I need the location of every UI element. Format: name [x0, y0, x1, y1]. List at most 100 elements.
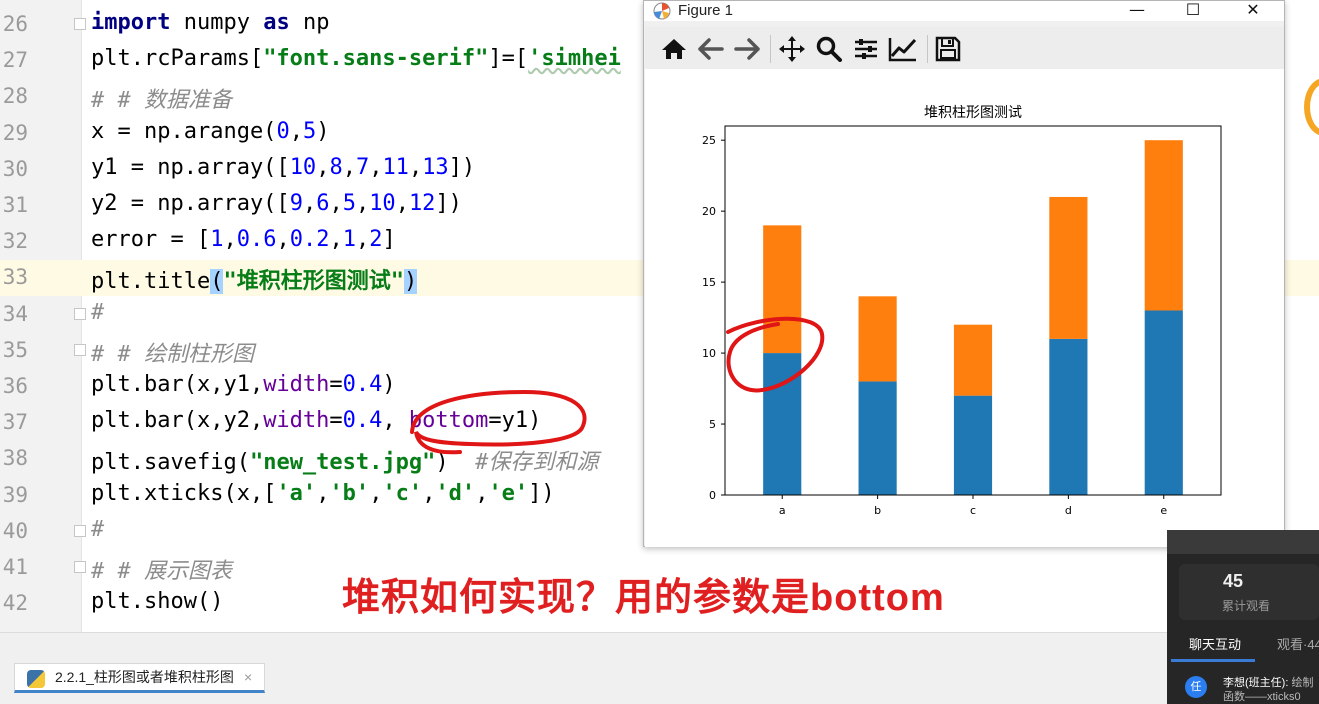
figure-title: Figure 1	[678, 2, 734, 19]
line-number: 30	[2, 156, 28, 181]
code-token: plt.bar(x,y2,	[91, 408, 264, 434]
code-token: 0.2	[289, 227, 330, 253]
edit-axis-icon[interactable]	[887, 33, 919, 65]
code-token: ,	[408, 154, 423, 180]
y-tick-label: 25	[702, 134, 716, 147]
chart-title: 堆积柱形图测试	[924, 105, 1022, 121]
matplotlib-app-icon	[653, 2, 671, 20]
bar-series2-e	[1144, 140, 1183, 311]
subplots-icon[interactable]	[850, 33, 882, 65]
code-token: ,	[223, 227, 237, 253]
forward-arrow-icon[interactable]	[731, 33, 763, 65]
home-icon[interactable]	[658, 33, 690, 65]
code-token: ,	[329, 191, 343, 216]
code-token: 0.6	[236, 227, 277, 253]
code-token: 1	[210, 227, 224, 253]
code-token: 'a'	[276, 480, 317, 506]
chat-message: 李想(班主任): 绘制 函数——xticks0	[1223, 676, 1313, 704]
code-text: x = np.arange(0,5)	[91, 119, 329, 144]
code-token: plt.show()	[91, 589, 224, 615]
y-tick-label: 5	[709, 418, 716, 431]
minimize-button[interactable]: —	[1114, 1, 1160, 21]
line-number: 27	[2, 48, 28, 73]
fold-marker-icon[interactable]	[74, 524, 86, 537]
code-token: 5	[302, 118, 317, 144]
code-token: bottom	[408, 408, 489, 434]
code-token: 'e'	[488, 480, 529, 506]
close-window-button[interactable]: ✕	[1230, 1, 1276, 21]
back-arrow-icon[interactable]	[695, 33, 727, 65]
view-count-label: 累计观看	[1222, 599, 1271, 613]
line-number: 32	[2, 229, 28, 254]
code-token: #	[91, 299, 105, 325]
stacked-bar-chart: 堆积柱形图测试 0 5 10 15 20 25 a b c d e	[702, 105, 1222, 517]
tab-chat[interactable]: 聊天互动	[1189, 634, 1241, 653]
bar-series1-a	[763, 353, 802, 495]
code-token: )	[403, 269, 418, 295]
code-token: )	[435, 450, 476, 476]
code-text: error = [1,0.6,0.2,1,2]	[91, 227, 396, 252]
code-token: ]=[	[488, 46, 529, 72]
line-number: 34	[2, 301, 28, 326]
code-token: =	[329, 372, 343, 397]
code-text: plt.bar(x,y1,width=0.4)	[91, 372, 396, 397]
avatar: 任	[1185, 676, 1207, 698]
chat-message-line2: 函数——xticks0	[1223, 691, 1301, 703]
fold-marker-icon[interactable]	[74, 307, 86, 320]
save-icon[interactable]	[932, 33, 964, 65]
code-text: plt.bar(x,y2,width=0.4, bottom=y1)	[91, 408, 541, 433]
line-number: 35	[2, 337, 28, 362]
code-token: x = np.arange(	[91, 118, 277, 144]
code-token: "堆积柱形图测试"	[223, 269, 404, 295]
code-token: 8	[329, 154, 343, 180]
code-token: )	[316, 118, 330, 144]
code-text: # # 绘制柱形图	[91, 336, 254, 368]
code-token: "font.sans-serif"	[263, 46, 489, 72]
tab-viewers[interactable]: 观看·44	[1277, 634, 1319, 653]
code-text: plt.savefig("new_test.jpg") #保存到和源	[91, 444, 598, 476]
line-number: 40	[2, 518, 28, 543]
file-tab-label: 2.2.1_柱形图或者堆积柱形图	[55, 669, 234, 685]
code-token: )	[382, 372, 396, 397]
code-token: ,	[355, 227, 370, 253]
x-tick-label: c	[970, 504, 976, 517]
code-token: plt.rcParams[	[91, 46, 264, 72]
line-number: 37	[2, 410, 28, 435]
chat-message-user: 李想(班主任):	[1223, 677, 1289, 689]
pan-icon[interactable]	[776, 33, 808, 65]
code-token: 1	[342, 227, 356, 253]
code-token: "new_test.jpg"	[249, 450, 436, 476]
fold-marker-icon[interactable]	[74, 561, 86, 573]
code-token: 'd'	[435, 480, 476, 506]
code-token: ])	[435, 191, 462, 216]
line-number: 39	[2, 482, 28, 507]
figure-canvas[interactable]: 堆积柱形图测试 0 5 10 15 20 25 a b c d e	[645, 69, 1284, 547]
code-token: np	[289, 10, 330, 35]
code-token: import	[91, 10, 171, 35]
line-number: 42	[2, 591, 28, 616]
code-token: plt.title	[91, 269, 211, 295]
code-text: plt.xticks(x,['a','b','c','d','e'])	[91, 481, 555, 506]
code-token: width	[263, 372, 330, 397]
file-tab[interactable]: 2.2.1_柱形图或者堆积柱形图 ×	[14, 663, 266, 693]
code-token: 6	[316, 191, 330, 216]
code-text: import numpy as np	[91, 10, 329, 35]
toolbar-separator	[927, 35, 928, 63]
code-text: plt.show()	[91, 589, 223, 614]
zoom-icon[interactable]	[813, 33, 845, 65]
maximize-button[interactable]: ☐	[1170, 1, 1216, 21]
code-token: ,	[382, 408, 409, 434]
fold-marker-icon[interactable]	[74, 343, 86, 356]
fold-marker-icon[interactable]	[74, 18, 86, 30]
code-token: 0.4	[342, 372, 383, 397]
code-token: ,	[329, 227, 343, 253]
x-tick-label: b	[874, 504, 881, 517]
code-token: numpy	[170, 10, 264, 35]
bar-series1-c	[953, 395, 993, 495]
code-token: ,	[302, 191, 317, 216]
code-token: ,	[369, 154, 383, 180]
code-token: 12	[408, 191, 436, 216]
close-tab-icon[interactable]: ×	[244, 669, 252, 685]
code-token: #保存到和源	[475, 450, 599, 476]
code-token: 5	[342, 191, 356, 216]
